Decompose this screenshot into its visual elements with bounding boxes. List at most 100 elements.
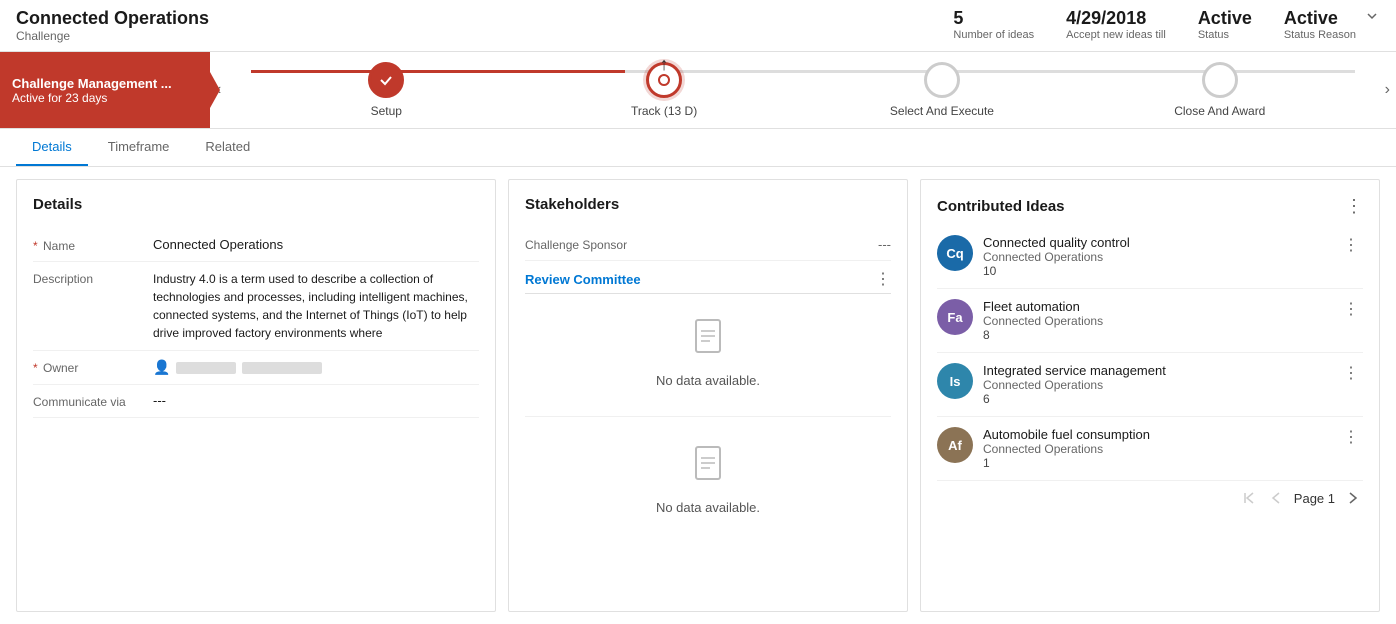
progress-area: Challenge Management ... Active for 23 d… xyxy=(0,52,1396,129)
ideas-count-value: 5 xyxy=(953,8,1034,29)
sponsor-value: --- xyxy=(878,237,891,252)
field-communicate-row: Communicate via --- xyxy=(33,385,479,418)
step-setup: Setup xyxy=(247,62,525,118)
step-setup-circle xyxy=(368,62,404,98)
date-item: 4/29/2018 Accept new ideas till xyxy=(1066,8,1166,41)
idea-count-is: 6 xyxy=(983,392,1329,406)
first-page-button[interactable] xyxy=(1238,489,1260,507)
field-communicate-value: --- xyxy=(153,393,479,408)
avatar-cq: Cq xyxy=(937,235,973,271)
document-icon-2 xyxy=(692,445,724,485)
avatar-cq-initials: Cq xyxy=(946,246,963,261)
header-dropdown[interactable] xyxy=(1364,8,1380,24)
challenge-title: Challenge Management ... xyxy=(12,76,198,91)
field-communicate-label: Communicate via xyxy=(33,393,153,409)
step-select-label: Select And Execute xyxy=(890,104,994,118)
idea-menu-af[interactable]: ⋮ xyxy=(1339,427,1363,447)
next-arrow-button[interactable]: › xyxy=(1379,52,1396,128)
no-data-icon-1 xyxy=(692,318,724,365)
chevron-down-icon xyxy=(1364,8,1380,24)
required-star-owner: * xyxy=(33,361,38,375)
sponsor-no-data-text: No data available. xyxy=(656,500,760,515)
date-value: 4/29/2018 xyxy=(1066,8,1166,29)
tab-details[interactable]: Details xyxy=(16,129,88,166)
challenge-sidebar: Challenge Management ... Active for 23 d… xyxy=(0,52,210,128)
date-label: Accept new ideas till xyxy=(1066,29,1166,41)
idea-count-fa: 8 xyxy=(983,328,1329,342)
challenge-days: Active for 23 days xyxy=(12,91,198,105)
person-icon: 👤 xyxy=(153,359,170,376)
idea-org-af: Connected Operations xyxy=(983,442,1329,456)
idea-menu-is[interactable]: ⋮ xyxy=(1339,363,1363,383)
avatar-af: Af xyxy=(937,427,973,463)
status-label: Status xyxy=(1198,29,1252,41)
ideas-count-item: 5 Number of ideas xyxy=(953,8,1034,41)
status-item: Active Status xyxy=(1198,8,1252,41)
next-page-icon xyxy=(1345,491,1359,505)
ideas-panel-title: Contributed Ideas xyxy=(937,198,1065,215)
idea-org-is: Connected Operations xyxy=(983,378,1329,392)
avatar-af-initials: Af xyxy=(948,438,962,453)
committee-header-row: Review Committee ⋮ xyxy=(525,261,891,294)
app-subtitle: Challenge xyxy=(16,29,953,43)
step-track-label: Track (13 D) xyxy=(631,104,697,118)
field-owner-row: * Owner 👤 xyxy=(33,351,479,385)
step-close-label: Close And Award xyxy=(1174,104,1265,118)
idea-info-cq: Connected quality control Connected Oper… xyxy=(983,235,1329,278)
progress-steps: Setup ↑ Track (13 D) Select And Execute xyxy=(227,52,1378,128)
idea-name-is: Integrated service management xyxy=(983,363,1329,378)
idea-item-is: Is Integrated service management Connect… xyxy=(937,353,1363,417)
field-description-row: Description Industry 4.0 is a term used … xyxy=(33,262,479,351)
avatar-fa: Fa xyxy=(937,299,973,335)
step-close: Close And Award xyxy=(1081,62,1359,118)
document-icon xyxy=(692,318,724,358)
field-name-row: * Name Connected Operations xyxy=(33,229,479,262)
first-page-icon xyxy=(1242,491,1256,505)
prev-page-button[interactable] xyxy=(1266,489,1288,507)
stakeholders-panel-title: Stakeholders xyxy=(525,196,891,213)
steps-container: Setup ↑ Track (13 D) Select And Execute xyxy=(247,62,1358,118)
idea-info-af: Automobile fuel consumption Connected Op… xyxy=(983,427,1329,470)
prev-page-icon xyxy=(1270,491,1284,505)
idea-menu-fa[interactable]: ⋮ xyxy=(1339,299,1363,319)
committee-menu-icon[interactable]: ⋮ xyxy=(875,269,891,289)
idea-name-cq: Connected quality control xyxy=(983,235,1329,250)
idea-org-cq: Connected Operations xyxy=(983,250,1329,264)
idea-info-is: Integrated service management Connected … xyxy=(983,363,1329,406)
ideas-menu-icon[interactable]: ⋮ xyxy=(1345,196,1363,217)
status-reason-value: Active xyxy=(1284,8,1356,29)
details-panel-title: Details xyxy=(33,196,479,213)
status-reason-item: Active Status Reason xyxy=(1284,8,1356,41)
sponsor-row: Challenge Sponsor --- xyxy=(525,229,891,261)
step-select: Select And Execute xyxy=(803,62,1081,118)
field-owner-value: 👤 xyxy=(153,359,479,376)
header: Connected Operations Challenge 5 Number … xyxy=(0,0,1396,52)
step-select-circle xyxy=(924,62,960,98)
field-description-value: Industry 4.0 is a term used to describe … xyxy=(153,270,479,342)
idea-name-fa: Fleet automation xyxy=(983,299,1329,314)
idea-item-cq: Cq Connected quality control Connected O… xyxy=(937,225,1363,289)
header-title-block: Connected Operations Challenge xyxy=(16,8,953,43)
tab-related[interactable]: Related xyxy=(189,129,266,166)
next-page-button[interactable] xyxy=(1341,489,1363,507)
field-owner-label: * Owner xyxy=(33,359,153,375)
idea-count-af: 1 xyxy=(983,456,1329,470)
field-name-label: * Name xyxy=(33,237,153,253)
checkmark-icon xyxy=(378,72,394,88)
required-star: * xyxy=(33,239,38,253)
tabs-bar: Details Timeframe Related xyxy=(0,129,1396,167)
idea-item-fa: Fa Fleet automation Connected Operations… xyxy=(937,289,1363,353)
idea-item-af: Af Automobile fuel consumption Connected… xyxy=(937,417,1363,481)
details-panel: Details * Name Connected Operations Desc… xyxy=(16,179,496,612)
step-track-circle xyxy=(646,62,682,98)
committee-label: Review Committee xyxy=(525,272,641,287)
status-value: Active xyxy=(1198,8,1252,29)
field-description-label: Description xyxy=(33,270,153,286)
idea-menu-cq[interactable]: ⋮ xyxy=(1339,235,1363,255)
sponsor-label: Challenge Sponsor xyxy=(525,238,627,252)
sidebar-arrow xyxy=(210,72,220,108)
app-title: Connected Operations xyxy=(16,8,953,29)
committee-no-data-text: No data available. xyxy=(656,373,760,388)
step-close-circle xyxy=(1202,62,1238,98)
tab-timeframe[interactable]: Timeframe xyxy=(92,129,186,166)
